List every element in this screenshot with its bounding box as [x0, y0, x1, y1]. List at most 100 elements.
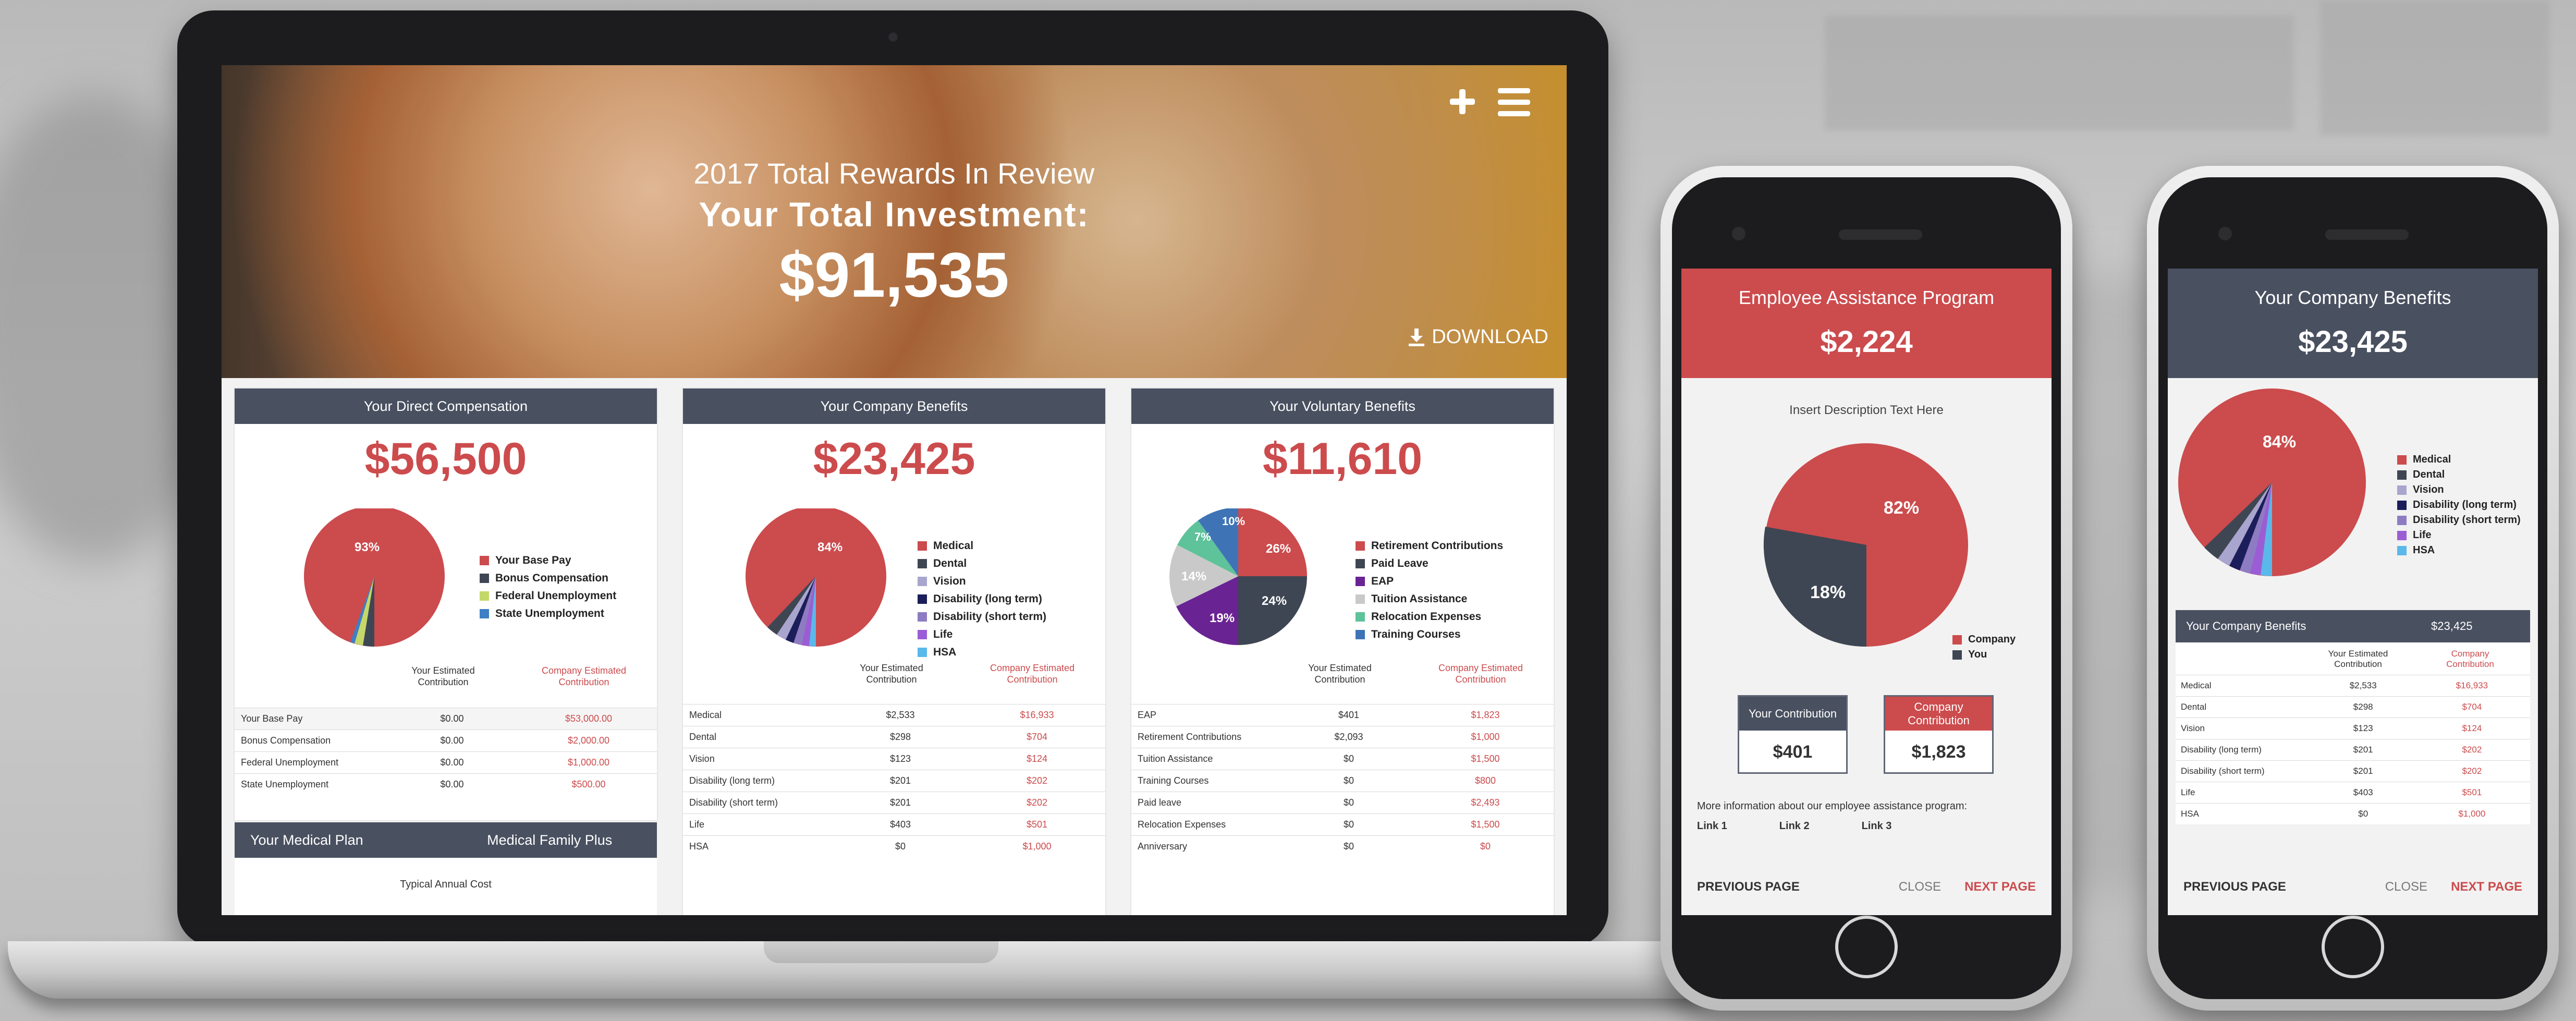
medical-plan-name: Medical Family Plus: [487, 832, 613, 848]
phone-bezel: Employee Assistance Program $2,224 Inser…: [1672, 177, 2061, 999]
table-row: Dental $298 $704: [683, 726, 1105, 748]
phone-nav: PREVIOUS PAGE CLOSE NEXT PAGE: [1697, 880, 2036, 894]
phone-title: Employee Assistance Program: [1738, 287, 1995, 308]
close-button[interactable]: CLOSE: [1899, 880, 1941, 894]
next-page-button[interactable]: NEXT PAGE: [2451, 880, 2522, 894]
pie-chart-direct-compensation: 93% Your Base Pay Bonus Compensation Fed…: [235, 506, 657, 675]
phone-camera: [2218, 227, 2232, 240]
legend-item: Company: [1952, 634, 2016, 646]
legend-item: Relocation Expenses: [1356, 611, 1503, 623]
contribution-value: $401: [1773, 742, 1813, 762]
laptop-notch: [764, 941, 998, 963]
previous-page-button[interactable]: PREVIOUS PAGE: [1697, 880, 1800, 894]
medical-plan-title: Your Medical Plan: [250, 832, 363, 848]
download-label: DOWNLOAD: [1432, 326, 1548, 348]
hero-text: 2017 Total Rewards In Review Your Total …: [222, 156, 1567, 311]
table-row: Disability (long term) $201 $202: [683, 770, 1105, 792]
laptop-camera: [887, 31, 899, 43]
table-row: Disability (short term) $201 $202: [2176, 760, 2530, 782]
table-row: HSA $0 $1,000: [683, 835, 1105, 857]
hero-amount: $91,535: [779, 239, 1009, 310]
table-row: Federal Unemployment $0.00 $1,000.00: [235, 751, 657, 773]
link-1[interactable]: Link 1: [1697, 820, 1727, 832]
contribution-label: Company Contribution: [1885, 697, 1992, 731]
table-title: Your Company Benefits: [2186, 619, 2306, 633]
legend-item: Medical: [2397, 454, 2521, 466]
card-direct-compensation: Your Direct Compensation $56,500 93% You…: [235, 388, 657, 820]
card-title: Your Company Benefits: [683, 388, 1105, 424]
benefits-table: Your Company Benefits $23,425 Your Estim…: [2176, 610, 2530, 824]
medical-plan-card: Your Medical Plan Medical Family Plus Ty…: [235, 822, 657, 915]
legend: Company You: [1952, 634, 2016, 664]
hero-subtitle: 2017 Total Rewards In Review: [693, 157, 1095, 190]
legend-item: Disability (long term): [918, 593, 1046, 605]
table-row: Paid leave $0 $2,493: [1131, 792, 1554, 813]
legend-item: Federal Unemployment: [480, 590, 616, 602]
table-row: Bonus Compensation $0.00 $2,000.00: [235, 730, 657, 751]
table-row: HSA $0 $1,000: [2176, 803, 2530, 824]
table-row: Life $403 $501: [683, 813, 1105, 835]
legend-item: Paid Leave: [1356, 557, 1503, 570]
table-row: Vision $123 $124: [683, 748, 1105, 770]
phone-employee-assistance: Employee Assistance Program $2,224 Inser…: [1661, 166, 2072, 1011]
col-your-contribution: Your Estimated Contribution: [860, 663, 923, 685]
table-row: Disability (short term) $201 $202: [683, 792, 1105, 813]
description-text: Insert Description Text Here: [1789, 403, 1944, 417]
legend-item: Disability (short term): [918, 611, 1046, 623]
legend-item: Life: [918, 628, 1046, 641]
legend: Your Base Pay Bonus Compensation Federal…: [480, 554, 616, 625]
pie-label: 14%: [1181, 569, 1206, 584]
legend-item: State Unemployment: [480, 607, 616, 620]
table-row: Anniversary $0 $0: [1131, 835, 1554, 857]
legend-item: Dental: [2397, 469, 2521, 481]
table-row: State Unemployment $0.00 $500.00: [235, 773, 657, 795]
link-3[interactable]: Link 3: [1862, 820, 1892, 832]
hero-banner: 2017 Total Rewards In Review Your Total …: [222, 65, 1567, 378]
pie-label: 26%: [1266, 542, 1291, 556]
download-button[interactable]: DOWNLOAD: [1408, 326, 1548, 348]
legend-item: Retirement Contributions: [1356, 540, 1503, 552]
col-company-contribution: Company Estimated Contribution: [541, 665, 627, 687]
pie-label: 24%: [1262, 594, 1287, 608]
legend-item: Tuition Assistance: [1356, 593, 1503, 605]
table-row: Tuition Assistance $0 $1,500: [1131, 748, 1554, 770]
next-page-button[interactable]: NEXT PAGE: [1964, 880, 2036, 894]
contribution-label: Your Contribution: [1739, 697, 1846, 731]
home-button[interactable]: [1835, 916, 1898, 978]
phone-amount: $23,425: [2298, 325, 2408, 359]
card-voluntary-benefits: Your Voluntary Benefits $11,610 26% 24% …: [1131, 388, 1554, 915]
plus-icon[interactable]: [1447, 86, 1478, 117]
table-row: Life $403 $501: [2176, 782, 2530, 803]
table-row: Your Base Pay $0.00 $53,000.00: [235, 708, 657, 730]
legend-item: EAP: [1356, 575, 1503, 588]
legend-item: Life: [2397, 529, 2521, 541]
home-button[interactable]: [2322, 916, 2384, 978]
col-company-contribution: Company Contribution: [2446, 649, 2494, 669]
legend-item: Training Courses: [1356, 628, 1503, 641]
medical-plan-header: Your Medical Plan Medical Family Plus: [235, 822, 657, 858]
pie-label: 18%: [1810, 582, 1846, 602]
laptop: 2017 Total Rewards In Review Your Total …: [177, 10, 1608, 946]
close-button[interactable]: CLOSE: [2385, 880, 2427, 894]
table-row: Medical $2,533 $16,933: [2176, 675, 2530, 696]
table-row: Medical $2,533 $16,933: [683, 704, 1105, 726]
more-info-text: More information about our employee assi…: [1697, 800, 1968, 812]
card-amount: $11,610: [1262, 434, 1423, 484]
pie-label: 7%: [1194, 530, 1211, 543]
table-row: Retirement Contributions $2,093 $1,000: [1131, 726, 1554, 748]
col-your-contribution: Your Estimated Contribution: [1308, 663, 1372, 685]
cards-area: Your Direct Compensation $56,500 93% You…: [235, 388, 1554, 915]
phone-screen: Your Company Benefits $23,425 84% Medica…: [2168, 269, 2538, 915]
column-headers: Your Estimated Contribution Company Esti…: [1131, 662, 1554, 699]
link-2[interactable]: Link 2: [1779, 820, 1810, 832]
table: EAP $401 $1,823 Retirement Contributions $2…: [1131, 704, 1554, 857]
legend-item: Dental: [918, 557, 1046, 570]
hamburger-menu-icon[interactable]: [1498, 88, 1530, 116]
table-row: Dental $298 $704: [2176, 696, 2530, 718]
previous-page-button[interactable]: PREVIOUS PAGE: [2183, 880, 2286, 894]
contribution-value: $1,823: [1911, 742, 1966, 762]
column-headers: Your Estimated Contribution Company Cont…: [2176, 642, 2530, 675]
card-amount: $23,425: [813, 434, 975, 484]
card-title: Your Voluntary Benefits: [1131, 388, 1554, 424]
legend-item: Disability (short term): [2397, 514, 2521, 526]
